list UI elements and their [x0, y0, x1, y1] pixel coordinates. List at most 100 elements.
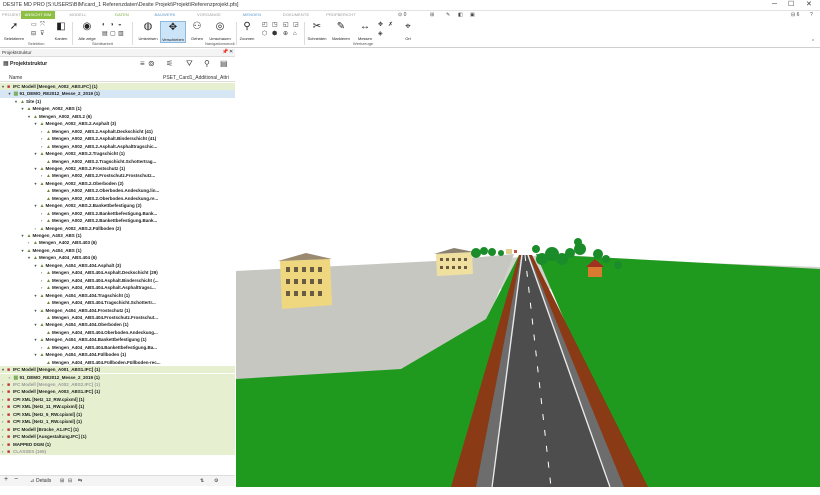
- tree-item[interactable]: ▾ ▲Mengen_A002_ABS.2.Tragschicht (1): [0, 150, 235, 157]
- export-icon[interactable]: ▤: [220, 59, 228, 68]
- panel-close-icon[interactable]: ✕: [229, 49, 233, 55]
- view-top-icon[interactable]: ◳: [272, 22, 278, 29]
- tree-item[interactable]: ▲Mengen_A404_ABS.404.Tragschicht.Schotte…: [0, 299, 235, 306]
- collapse-icon[interactable]: ⊟: [68, 478, 72, 484]
- tree-item[interactable]: › ■ CPI XML [Netz_11_RW.cpixml] (1): [0, 403, 235, 411]
- remove-button[interactable]: −: [14, 476, 18, 483]
- messen-button[interactable]: ↔ Messen: [356, 21, 374, 41]
- search-icon[interactable]: ⚲: [204, 59, 210, 68]
- select-box-icon[interactable]: ▭: [31, 22, 37, 29]
- tab-pruefbericht[interactable]: PRÜFBERICHT: [324, 11, 358, 19]
- tree-item[interactable]: ▲Mengen_A002_ABS.2.Oberboden.Andeckung.l…: [0, 187, 235, 194]
- view-iso-icon[interactable]: ⬡: [262, 31, 267, 38]
- tree-item[interactable]: ▾ ▲Mengen_A002_ABS.2.Oberboden (2): [0, 180, 235, 187]
- tree-item[interactable]: › ■ IFC Modell [Mengen_A003_ABS1.IFC] (1): [0, 388, 235, 396]
- tab-daten[interactable]: DATEN: [112, 11, 132, 19]
- column-name[interactable]: Name: [9, 75, 22, 81]
- minimize-button[interactable]: ─: [772, 1, 777, 9]
- layer-icon[interactable]: ▤: [102, 31, 108, 38]
- maximize-button[interactable]: ☐: [788, 1, 794, 9]
- tree-item[interactable]: ▾ ▲Mengen_A404_ABS.404.Tragschicht (1): [0, 292, 235, 299]
- tree-item[interactable]: ▾ ▦91_DEMO_RE2012_Messe_2_2019 (1): [0, 90, 235, 98]
- tree-item[interactable]: ▾ ▲Mengen_A002_ABS.2.Asphalt (3): [0, 120, 235, 127]
- tree-item[interactable]: ▾ ▲Mengen_A002_ABS (1): [0, 105, 235, 112]
- alle-zeige-button[interactable]: ◉ Alle zeige: [75, 21, 99, 41]
- pin-icon[interactable]: 📌: [222, 49, 228, 55]
- tab-vorgaenge[interactable]: VORGÄNGE: [194, 11, 224, 19]
- snap-icon[interactable]: ◈: [378, 31, 383, 38]
- tree-item[interactable]: ▾ ■ IFC Modell [Mengen_A001_ABS1.IFC] (1): [0, 366, 235, 374]
- tree-item[interactable]: › ■ MAPPED DGM (1): [0, 440, 235, 448]
- select-tree-icon[interactable]: ⊟: [31, 31, 36, 38]
- column-pset[interactable]: PSET_Card1_Additional_Attri: [163, 75, 229, 81]
- markieren-button[interactable]: ✎ Markieren: [330, 21, 352, 41]
- tree-item[interactable]: › ▲Mengen_A002_ABS.2.Asphalt.Deckschicht …: [0, 128, 235, 135]
- tree-item[interactable]: › ▲Mengen_A404_ABS.404.Asphalt.Binderschi…: [0, 277, 235, 284]
- sort-icon[interactable]: ⇅: [200, 478, 204, 484]
- tree-item[interactable]: ▾ ▲Mengen_A002_ABS.2.Bankettbefestigung (…: [0, 202, 235, 209]
- tree-item[interactable]: › ■ CPI XML [Netz_1_RW.cpixml] (1): [0, 418, 235, 426]
- select-invert-icon[interactable]: ⤧: [40, 22, 45, 29]
- add-button[interactable]: +: [4, 476, 8, 483]
- grid-icon[interactable]: ⊞: [430, 12, 434, 18]
- tree-item[interactable]: ▾ ▲Mengen_A404_ABS.404.Füllboden (1): [0, 351, 235, 358]
- tree-item[interactable]: › ▲Mengen_A002_ABS.2.Asphalt.Asphalttrags…: [0, 143, 235, 150]
- tree-item[interactable]: › ■ CLASSES (165): [0, 448, 235, 456]
- tree-item[interactable]: › ▲Mengen_A404_ABS.404.Bankettbefestigung…: [0, 344, 235, 351]
- clip-icon[interactable]: ▥: [118, 31, 124, 38]
- pen-icon[interactable]: ✎: [446, 12, 450, 18]
- umkreisen-button[interactable]: ◍ Umkreisen: [136, 21, 160, 41]
- gehen-button[interactable]: ⚇ Gehen: [188, 21, 206, 41]
- tree-item[interactable]: ▲Mengen_A002_ABS.2.Tragschicht.Schottert…: [0, 158, 235, 165]
- tree-item[interactable]: ▲Mengen_A002_ABS.2.Oberboden.Andeckung.r…: [0, 195, 235, 202]
- tab-dokumente[interactable]: DOKUMENTE: [280, 11, 312, 19]
- view-fit-icon[interactable]: ⊕: [283, 31, 288, 38]
- tree-item[interactable]: › ▲Mengen_A002_ABS.2.Bankettbefestigung.B…: [0, 210, 235, 217]
- filter-icon[interactable]: ⛛: [186, 59, 193, 68]
- ort-button[interactable]: ⌖ Ort: [400, 21, 416, 41]
- ruler-icon[interactable]: ✥: [378, 22, 383, 29]
- cube-icon[interactable]: ▣: [470, 12, 475, 18]
- ribbon-collapse-icon[interactable]: ⌃: [811, 39, 815, 46]
- view-front-icon[interactable]: ◰: [262, 22, 268, 29]
- tree-item[interactable]: › ■ IFC Modell [Mengen_A002_ABS2.IFC] (1): [0, 381, 235, 389]
- umschauen-button[interactable]: ◎ Umschauen: [208, 21, 232, 41]
- box-icon[interactable]: ▢: [110, 31, 116, 38]
- tab-ansicht-bim[interactable]: ANSICHT BIM: [21, 11, 55, 19]
- menu-icon[interactable]: ≡: [140, 59, 145, 68]
- tree-item[interactable]: › ▲Mengen_A002_ABS.2.Frostschutz.Frostsch…: [0, 172, 235, 179]
- tree-item[interactable]: ▲Mengen_A404_ABS.404.Füllboden.Füllboden…: [0, 359, 235, 366]
- tree-item[interactable]: ▾ ▲Mengen_A404_ABS (1): [0, 247, 235, 254]
- tree-item[interactable]: ▲Mengen_A404_ABS.404.Frostschutz.Frostsc…: [0, 314, 235, 321]
- tree-item[interactable]: ▾ ■ IFC Modell [Mengen_A002_ABS.IFC] (1): [0, 83, 235, 91]
- tab-bauwerk[interactable]: BAUWERK: [152, 11, 178, 19]
- wand-icon[interactable]: ⚟: [166, 59, 173, 68]
- tree-item[interactable]: ▾ ▲Mengen_A403_ABS (1): [0, 232, 235, 239]
- tree-item[interactable]: ▾ ▲Mengen_A404_ABS.404.Frostschutz (1): [0, 307, 235, 314]
- hide-icon[interactable]: ◐: [102, 22, 106, 29]
- schneiden-button[interactable]: ✂ Schneiden: [306, 21, 328, 41]
- isolate-icon[interactable]: ◑: [110, 22, 114, 29]
- tree-item[interactable]: ▲Mengen_A404_ABS.404.Oberboden.Andeckung…: [0, 329, 235, 336]
- tab-modell[interactable]: MODELL: [66, 11, 90, 19]
- close-button[interactable]: ✕: [806, 1, 812, 9]
- select-filter-icon[interactable]: ⊽: [40, 31, 44, 38]
- settings-icon[interactable]: ⚙: [214, 478, 218, 484]
- help-icon[interactable]: ?: [810, 12, 813, 18]
- details-button[interactable]: Details: [36, 478, 51, 484]
- tree-item[interactable]: › ▲Mengen_A002_ABS.2.Asphalt.Binderschich…: [0, 135, 235, 142]
- transparency-icon[interactable]: ◒: [118, 22, 122, 29]
- tree-item[interactable]: › ■ IFC Modell [Brücke_A1.IFC] (1): [0, 425, 235, 434]
- tree-item[interactable]: › ▲Mengen_A404_ABS.404.Asphalt.Asphalttra…: [0, 284, 235, 291]
- view-icon[interactable]: ◧: [458, 12, 463, 18]
- kanten-button[interactable]: ◧ Kanten: [52, 21, 70, 41]
- tree-item[interactable]: ▾ ▲Mengen_A404_ABS.404.Oberboden (1): [0, 321, 235, 328]
- sync-icon[interactable]: ⇆: [78, 478, 82, 484]
- tree-item[interactable]: ▾ ▲Mengen_A404_ABS.404 (6): [0, 254, 235, 261]
- tree-item[interactable]: › ■ CPI XML [Netz_5_RW.cpixml] (1): [0, 410, 235, 419]
- tree-item[interactable]: ▾ ▲Mengen_A404_ABS.404.Asphalt (3): [0, 262, 235, 269]
- details-icon[interactable]: ⊿: [30, 478, 34, 484]
- tree-item[interactable]: › ▲Mengen_A404_ABS.404.Asphalt.Deckschich…: [0, 269, 235, 276]
- tree-item[interactable]: › ■ IFC Modell [Ausgestaltung.IFC] (1): [0, 433, 235, 441]
- redline-icon[interactable]: ✗: [388, 22, 393, 29]
